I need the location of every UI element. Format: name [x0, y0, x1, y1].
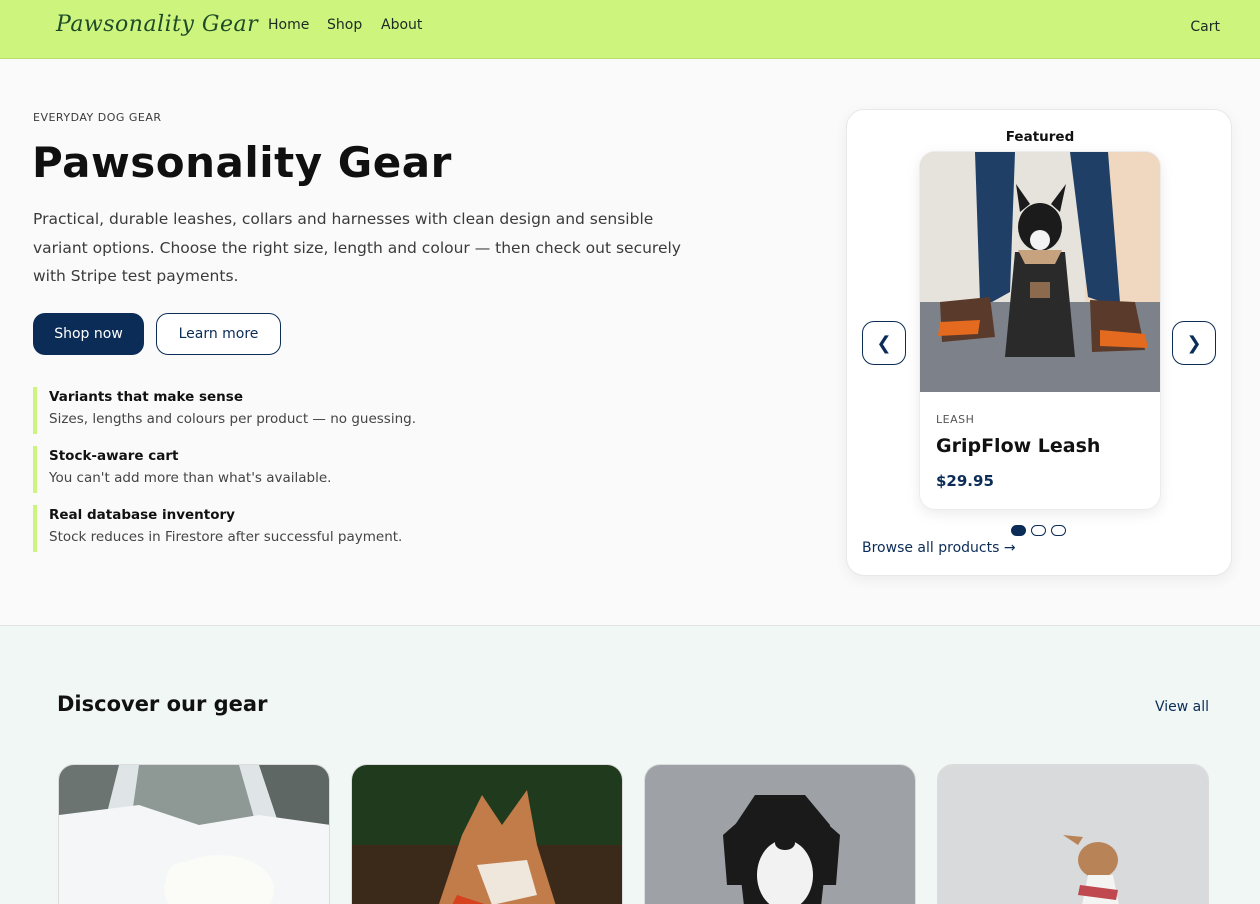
chevron-right-icon: ❯ [1186, 332, 1202, 354]
browse-all-products-link[interactable]: Browse all products → [862, 540, 1016, 556]
shop-now-button[interactable]: Shop now [33, 313, 144, 355]
product-price: $29.95 [936, 472, 994, 490]
feature-text: Stock reduces in Firestore after success… [49, 529, 403, 545]
nav-link-about[interactable]: About [381, 17, 422, 33]
site-logo[interactable]: Pawsonality Gear [56, 12, 258, 37]
top-navbar: Pawsonality Gear Home Shop About Cart [0, 0, 1260, 59]
feature-title: Stock-aware cart [49, 448, 179, 464]
carousel-prev-button[interactable]: ❮ [862, 321, 906, 365]
product-name[interactable]: GripFlow Leash [936, 435, 1100, 457]
nav-link-shop[interactable]: Shop [327, 17, 362, 33]
feature-item-stock-aware: Stock-aware cart You can't add more than… [33, 446, 533, 493]
feature-item-inventory: Real database inventory Stock reduces in… [33, 505, 533, 552]
feature-title: Real database inventory [49, 507, 235, 523]
carousel-dot-3[interactable] [1051, 525, 1066, 536]
gear-image-pointer [645, 765, 915, 904]
hero-description: Practical, durable leashes, collars and … [33, 210, 681, 285]
gear-image-snow-dog [59, 765, 329, 904]
cart-link[interactable]: Cart [1190, 19, 1220, 35]
featured-panel: Featured ❮ ❯ LEASH GripFlow Leash $29.95… [846, 109, 1232, 576]
feature-text: You can't add more than what's available… [49, 470, 332, 486]
featured-label: Featured [1005, 129, 1075, 145]
feature-text: Sizes, lengths and colours per product —… [49, 411, 416, 427]
product-category: LEASH [936, 413, 975, 426]
carousel-dots [1011, 525, 1066, 536]
carousel-next-button[interactable]: ❯ [1172, 321, 1216, 365]
hero-eyebrow: EVERYDAY DOG GEAR [33, 111, 162, 124]
discover-title: Discover our gear [57, 692, 268, 716]
view-all-link[interactable]: View all [1155, 699, 1209, 715]
gear-card-2[interactable] [351, 764, 623, 904]
gear-image-husky [352, 765, 622, 904]
carousel-dot-2[interactable] [1031, 525, 1046, 536]
carousel-dot-1[interactable] [1011, 525, 1026, 536]
gear-image-jack-russell [938, 765, 1208, 904]
learn-more-button[interactable]: Learn more [156, 313, 281, 355]
gear-card-1[interactable] [58, 764, 330, 904]
gear-card-4[interactable] [937, 764, 1209, 904]
feature-item-variants: Variants that make sense Sizes, lengths … [33, 387, 533, 434]
product-image [920, 152, 1160, 392]
chevron-left-icon: ❮ [876, 332, 892, 354]
hero-title: Pawsonality Gear [32, 138, 452, 187]
gear-card-3[interactable] [644, 764, 916, 904]
feature-title: Variants that make sense [49, 389, 243, 405]
nav-link-home[interactable]: Home [268, 17, 309, 33]
featured-product-card[interactable]: LEASH GripFlow Leash $29.95 [919, 151, 1161, 510]
